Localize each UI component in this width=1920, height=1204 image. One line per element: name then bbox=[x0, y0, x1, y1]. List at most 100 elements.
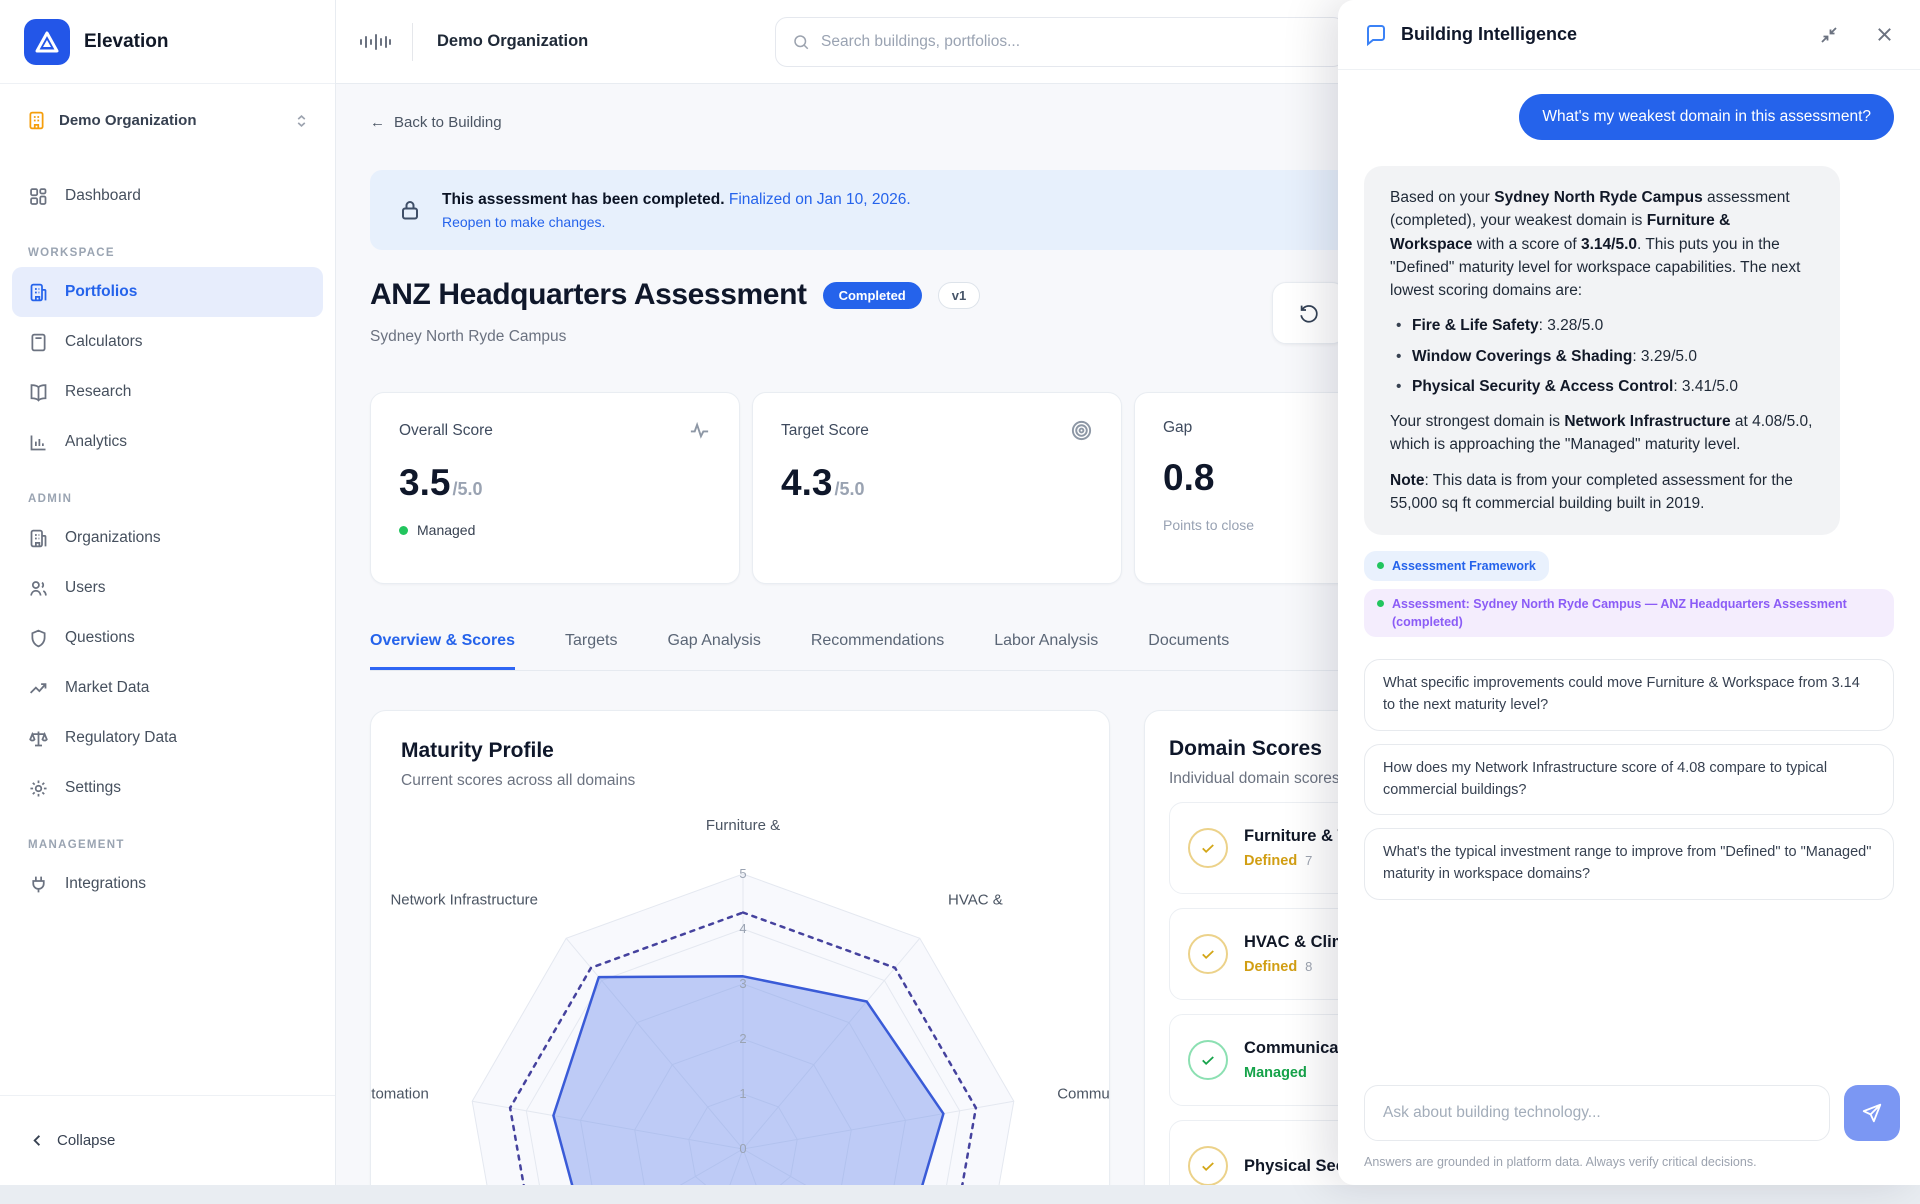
chevron-left-icon bbox=[30, 1133, 45, 1148]
sidebar-item-calculators[interactable]: Calculators bbox=[12, 317, 323, 367]
org-selector[interactable]: Demo Organization bbox=[12, 100, 323, 141]
sidebar-item-users[interactable]: Users bbox=[12, 563, 323, 613]
sidebar-item-label: Analytics bbox=[65, 433, 127, 451]
score-denominator: /5.0 bbox=[452, 479, 482, 500]
sidebar-item-portfolios[interactable]: Portfolios bbox=[12, 267, 323, 317]
shield-icon bbox=[28, 628, 49, 649]
sidebar-item-questions[interactable]: Questions bbox=[12, 613, 323, 663]
banner-reopen-link[interactable]: Reopen to make changes. bbox=[442, 214, 911, 230]
sidebar-item-regulatory-data[interactable]: Regulatory Data bbox=[12, 713, 323, 763]
sidebar-item-label: Research bbox=[65, 383, 131, 401]
suggested-question-1[interactable]: What specific improvements could move Fu… bbox=[1364, 659, 1894, 731]
domain-extra: 7 bbox=[1305, 853, 1312, 868]
arrow-left-icon: ← bbox=[370, 114, 385, 131]
section-label-admin: ADMIN bbox=[28, 493, 307, 505]
reopen-assessment-button[interactable] bbox=[1272, 282, 1346, 344]
search-input[interactable] bbox=[821, 33, 1328, 51]
tab-documents[interactable]: Documents bbox=[1148, 632, 1229, 670]
tab-targets[interactable]: Targets bbox=[565, 632, 617, 670]
back-to-building-link[interactable]: ← Back to Building bbox=[370, 114, 502, 131]
domain-status: Defined bbox=[1244, 959, 1297, 975]
sidebar-item-market-data[interactable]: Market Data bbox=[12, 663, 323, 713]
org-selector-label: Demo Organization bbox=[59, 112, 282, 129]
maturity-radar-chart: 012345Furniture &HVAC &Communication &Ph… bbox=[371, 790, 1110, 1185]
chat-title: Building Intelligence bbox=[1401, 24, 1819, 45]
sidebar-item-analytics[interactable]: Analytics bbox=[12, 417, 323, 467]
building-intelligence-panel: Building Intelligence What's my weakest … bbox=[1338, 0, 1920, 1185]
activity-icon bbox=[688, 419, 711, 442]
suggested-question-2[interactable]: How does my Network Infrastructure score… bbox=[1364, 744, 1894, 816]
domain-status: Defined bbox=[1244, 853, 1297, 869]
sidebar-item-settings[interactable]: Settings bbox=[12, 763, 323, 813]
svg-text:1: 1 bbox=[739, 1086, 746, 1101]
overall-score-value: 3.5 bbox=[399, 462, 450, 504]
minimize-icon[interactable] bbox=[1819, 25, 1839, 45]
elevation-logo-icon bbox=[24, 19, 70, 65]
sidebar-item-label: Integrations bbox=[65, 875, 146, 893]
sidebar-item-research[interactable]: Research bbox=[12, 367, 323, 417]
target-score-value: 4.3 bbox=[781, 462, 832, 504]
check-circle-icon bbox=[1188, 934, 1228, 974]
sidebar-item-label: Regulatory Data bbox=[65, 729, 177, 747]
svg-text:Communication &: Communication & bbox=[1057, 1086, 1110, 1103]
sidebar-item-label: Calculators bbox=[65, 333, 143, 351]
bar-chart-icon bbox=[28, 432, 49, 453]
source-chip-assessment[interactable]: Assessment: Sydney North Ryde Campus — A… bbox=[1364, 589, 1894, 637]
chevron-updown-icon bbox=[294, 113, 309, 129]
tab-overview-scores[interactable]: Overview & Scores bbox=[370, 632, 515, 670]
divider bbox=[412, 23, 413, 61]
sidebar-item-dashboard[interactable]: Dashboard bbox=[12, 171, 323, 221]
sidebar-item-label: Market Data bbox=[65, 679, 149, 697]
tab-recommendations[interactable]: Recommendations bbox=[811, 632, 944, 670]
waveform-icon bbox=[358, 31, 392, 53]
collapse-label: Collapse bbox=[57, 1132, 115, 1149]
chat-disclaimer: Answers are grounded in platform data. A… bbox=[1364, 1155, 1757, 1169]
tab-labor-analysis[interactable]: Labor Analysis bbox=[994, 632, 1098, 670]
users-icon bbox=[28, 578, 49, 599]
chat-header: Building Intelligence bbox=[1338, 0, 1920, 70]
tab-gap-analysis[interactable]: Gap Analysis bbox=[667, 632, 760, 670]
sidebar-item-integrations[interactable]: Integrations bbox=[12, 859, 323, 909]
svg-text:Building Automation: Building Automation bbox=[371, 1086, 429, 1103]
svg-text:3: 3 bbox=[739, 976, 746, 991]
svg-text:4: 4 bbox=[739, 921, 746, 936]
check-circle-icon bbox=[1188, 828, 1228, 868]
page-title: ANZ Headquarters Assessment bbox=[370, 278, 807, 312]
global-search[interactable] bbox=[775, 17, 1345, 67]
svg-text:Furniture &: Furniture & bbox=[706, 817, 780, 834]
status-badge: Completed bbox=[823, 282, 922, 309]
source-status-dot bbox=[1377, 562, 1384, 569]
gap-value: 0.8 bbox=[1163, 457, 1214, 499]
banner-finalized-date: Finalized on Jan 10, 2026. bbox=[729, 191, 911, 208]
sidebar-collapse-button[interactable]: Collapse bbox=[0, 1095, 335, 1185]
section-label-workspace: WORKSPACE bbox=[28, 247, 307, 259]
maturity-status-label: Managed bbox=[417, 522, 475, 538]
scales-icon bbox=[28, 728, 49, 749]
maturity-profile-card: Maturity Profile Current scores across a… bbox=[370, 710, 1110, 1185]
close-icon[interactable] bbox=[1875, 25, 1894, 44]
lock-icon bbox=[398, 198, 422, 222]
sidebar-item-label: Users bbox=[65, 579, 105, 597]
managed-status-dot bbox=[399, 526, 408, 535]
back-label: Back to Building bbox=[394, 114, 502, 131]
source-chip-framework[interactable]: Assessment Framework bbox=[1364, 551, 1549, 581]
rotate-ccw-icon bbox=[1299, 303, 1320, 324]
suggested-question-3[interactable]: What's the typical investment range to i… bbox=[1364, 828, 1894, 900]
plug-icon bbox=[28, 874, 49, 895]
organization-icon bbox=[28, 528, 49, 549]
topbar-org-name: Demo Organization bbox=[437, 32, 588, 51]
send-button[interactable] bbox=[1844, 1085, 1900, 1141]
sidebar-item-label: Portfolios bbox=[65, 283, 137, 301]
card-label: Overall Score bbox=[399, 422, 493, 440]
target-icon bbox=[1070, 419, 1093, 442]
sidebar-item-organizations[interactable]: Organizations bbox=[12, 513, 323, 563]
banner-message: This assessment has been completed. bbox=[442, 191, 725, 208]
calculator-icon bbox=[28, 332, 49, 353]
brand-name: Elevation bbox=[84, 31, 168, 53]
version-badge: v1 bbox=[938, 282, 980, 309]
check-circle-icon bbox=[1188, 1040, 1228, 1080]
chat-input-row bbox=[1364, 1085, 1900, 1141]
chat-input[interactable] bbox=[1364, 1085, 1830, 1141]
svg-text:5: 5 bbox=[739, 866, 746, 881]
portfolios-icon bbox=[28, 282, 49, 303]
